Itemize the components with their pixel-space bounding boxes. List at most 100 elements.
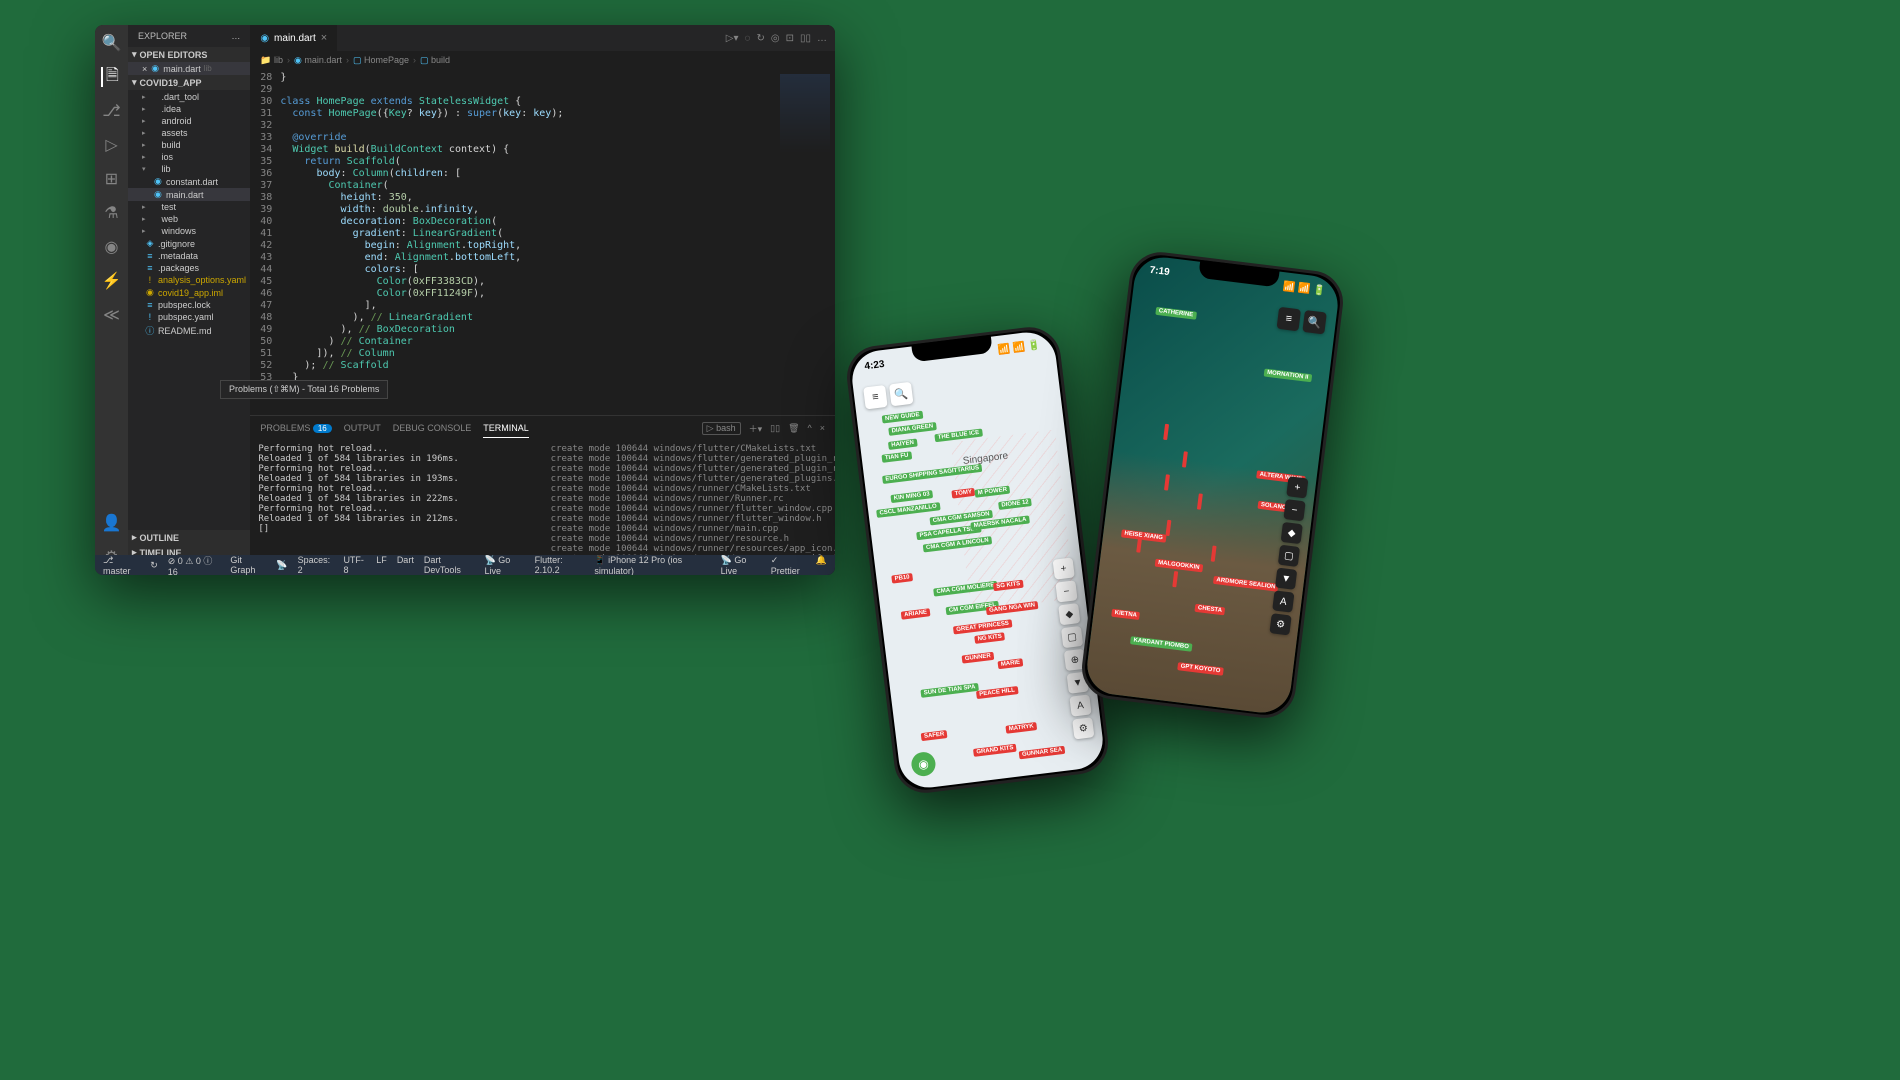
tree-item[interactable]: ▸.dart_tool: [128, 91, 250, 103]
output-tab[interactable]: OUTPUT: [344, 419, 381, 437]
problems-tab[interactable]: PROBLEMS 16: [260, 419, 331, 437]
ship-label[interactable]: MATRYK: [1005, 722, 1037, 734]
ship-marker[interactable]: [1163, 424, 1169, 440]
bell-icon[interactable]: 🔔: [816, 555, 827, 576]
ship-label[interactable]: ARIANE: [901, 608, 931, 619]
bolt-icon[interactable]: ⚡: [101, 271, 121, 291]
terminal-tab[interactable]: TERMINAL: [483, 419, 529, 438]
run-icon[interactable]: ▷▾: [726, 33, 739, 44]
tree-item[interactable]: ▸android: [128, 115, 250, 127]
eol-indicator[interactable]: LF: [376, 555, 387, 576]
more-icon[interactable]: …: [817, 33, 827, 44]
zoom-in-button[interactable]: +: [1286, 476, 1308, 498]
open-editors-section[interactable]: ▾OPEN EDITORS: [128, 47, 250, 62]
minimap[interactable]: [775, 69, 835, 415]
split-icon[interactable]: ▯▯: [800, 33, 811, 44]
tree-item[interactable]: ▾lib: [128, 163, 250, 175]
open-editor-item[interactable]: × ◉ main.dart lib: [128, 62, 250, 75]
golive2-indicator[interactable]: 📡 Go Live: [721, 555, 761, 576]
source-control-icon[interactable]: ⎇: [101, 101, 121, 121]
ship-label[interactable]: PB10: [891, 573, 913, 584]
flutter-indicator[interactable]: Flutter: 2.10.2: [535, 555, 585, 576]
tree-item[interactable]: ◉covid19_app.iml: [128, 286, 250, 299]
ship-label[interactable]: NEW GUIDE: [882, 411, 923, 424]
tree-item[interactable]: ◉main.dart: [128, 188, 250, 201]
tree-item[interactable]: ▸.idea: [128, 103, 250, 115]
compass-button[interactable]: ◆: [1281, 522, 1303, 544]
tree-item[interactable]: ≡.metadata: [128, 250, 250, 262]
close-icon[interactable]: ×: [142, 64, 147, 74]
sync-icon[interactable]: ↻: [150, 560, 158, 571]
tree-item[interactable]: ⓘREADME.md: [128, 323, 250, 338]
maximize-icon[interactable]: ^: [808, 423, 812, 433]
branch-indicator[interactable]: ⎇ master: [103, 555, 140, 576]
layer-button[interactable]: ▢: [1061, 626, 1083, 648]
ship-label[interactable]: DIANA GREEN: [888, 422, 936, 436]
search-button[interactable]: 🔍: [889, 382, 914, 407]
ship-label[interactable]: HAIYEN: [888, 439, 917, 450]
layer-button[interactable]: ▢: [1278, 545, 1300, 567]
prettier-indicator[interactable]: ✓ Prettier: [771, 555, 806, 576]
ship-label[interactable]: CSCL MANZANILLO: [876, 502, 940, 518]
outline-section[interactable]: ▸OUTLINE: [128, 530, 250, 545]
text-button[interactable]: A: [1272, 590, 1294, 612]
device-indicator[interactable]: 📱 iPhone 12 Pro (ios simulator): [594, 555, 710, 576]
debug-console-tab[interactable]: DEBUG CONSOLE: [393, 419, 472, 437]
ship-label[interactable]: SAFER: [921, 730, 948, 741]
explorer-icon[interactable]: 🗎: [101, 67, 121, 87]
menu-button[interactable]: ≡: [1277, 307, 1302, 332]
tree-item[interactable]: !analysis_options.yaml: [128, 274, 250, 286]
git-graph[interactable]: Git Graph: [230, 555, 266, 575]
devtools-indicator[interactable]: Dart DevTools: [424, 555, 475, 576]
circle-icon[interactable]: ◌: [745, 33, 751, 44]
debug-icon[interactable]: ▷: [101, 135, 121, 155]
ship-label[interactable]: KIN MING 03: [890, 490, 933, 503]
shell-select[interactable]: ▷ bash: [702, 422, 741, 435]
settings-button[interactable]: ⚙: [1269, 613, 1291, 635]
editor-tab[interactable]: ◉ main.dart ×: [250, 25, 337, 51]
text-button[interactable]: A: [1069, 694, 1091, 716]
filter-button[interactable]: ▼: [1275, 568, 1297, 590]
target-icon[interactable]: ◎: [771, 33, 780, 44]
ship-label[interactable]: CATHERINE: [1155, 307, 1196, 320]
close-tab-icon[interactable]: ×: [321, 32, 327, 44]
tree-item[interactable]: ▸build: [128, 139, 250, 151]
icon[interactable]: ⊡: [786, 33, 794, 44]
menu-button[interactable]: ≡: [863, 385, 888, 410]
zoom-out-button[interactable]: −: [1055, 580, 1077, 602]
search-button[interactable]: 🔍: [1302, 310, 1327, 335]
ship-label[interactable]: TIAN FU: [881, 451, 911, 463]
fab-button[interactable]: ◉: [910, 751, 937, 778]
compass-button[interactable]: ◆: [1058, 603, 1080, 625]
split-terminal-icon[interactable]: ▯▯: [770, 423, 780, 434]
close-panel-icon[interactable]: ×: [820, 423, 825, 433]
search-icon[interactable]: 🔍: [101, 33, 121, 53]
settings-button[interactable]: ⚙: [1072, 717, 1094, 739]
ship-label[interactable]: NG KITS: [974, 632, 1005, 644]
trash-icon[interactable]: 🗑: [788, 423, 799, 434]
language-indicator[interactable]: Dart: [397, 555, 414, 576]
add-terminal-icon[interactable]: ＋▾: [749, 422, 763, 435]
spaces-indicator[interactable]: Spaces: 2: [298, 555, 334, 576]
golive-indicator[interactable]: 📡 Go Live: [484, 555, 524, 576]
ship-label[interactable]: MORNATION II: [1264, 368, 1312, 382]
tree-item[interactable]: ≡.packages: [128, 262, 250, 274]
broadcast-icon[interactable]: 📡: [276, 560, 287, 571]
tree-item[interactable]: ≡pubspec.lock: [128, 299, 250, 311]
ship-label[interactable]: GUNNER: [962, 652, 995, 664]
ship-label[interactable]: SUN DE TIAN SPA: [920, 683, 978, 698]
tree-item[interactable]: !pubspec.yaml: [128, 311, 250, 323]
project-section[interactable]: ▾COVID19_APP: [128, 75, 250, 90]
ship-label[interactable]: PEACE HILL: [976, 686, 1018, 699]
encoding-indicator[interactable]: UTF-8: [343, 555, 366, 576]
account-icon[interactable]: 👤: [101, 513, 121, 533]
code-content[interactable]: } class HomePage extends StatelessWidget…: [280, 69, 835, 415]
tree-item[interactable]: ▸test: [128, 201, 250, 213]
code-editor[interactable]: 28 29 30 31 32 33 34 35 36 37 38 39 40 4…: [250, 69, 835, 415]
bookmark-icon[interactable]: ≪: [101, 305, 121, 325]
ship-label[interactable]: GRAND KITS: [973, 744, 1017, 757]
tree-item[interactable]: ▸windows: [128, 225, 250, 237]
test-icon[interactable]: ⚗: [101, 203, 121, 223]
tree-item[interactable]: ▸ios: [128, 151, 250, 163]
ship-label[interactable]: MARIE: [997, 658, 1023, 669]
